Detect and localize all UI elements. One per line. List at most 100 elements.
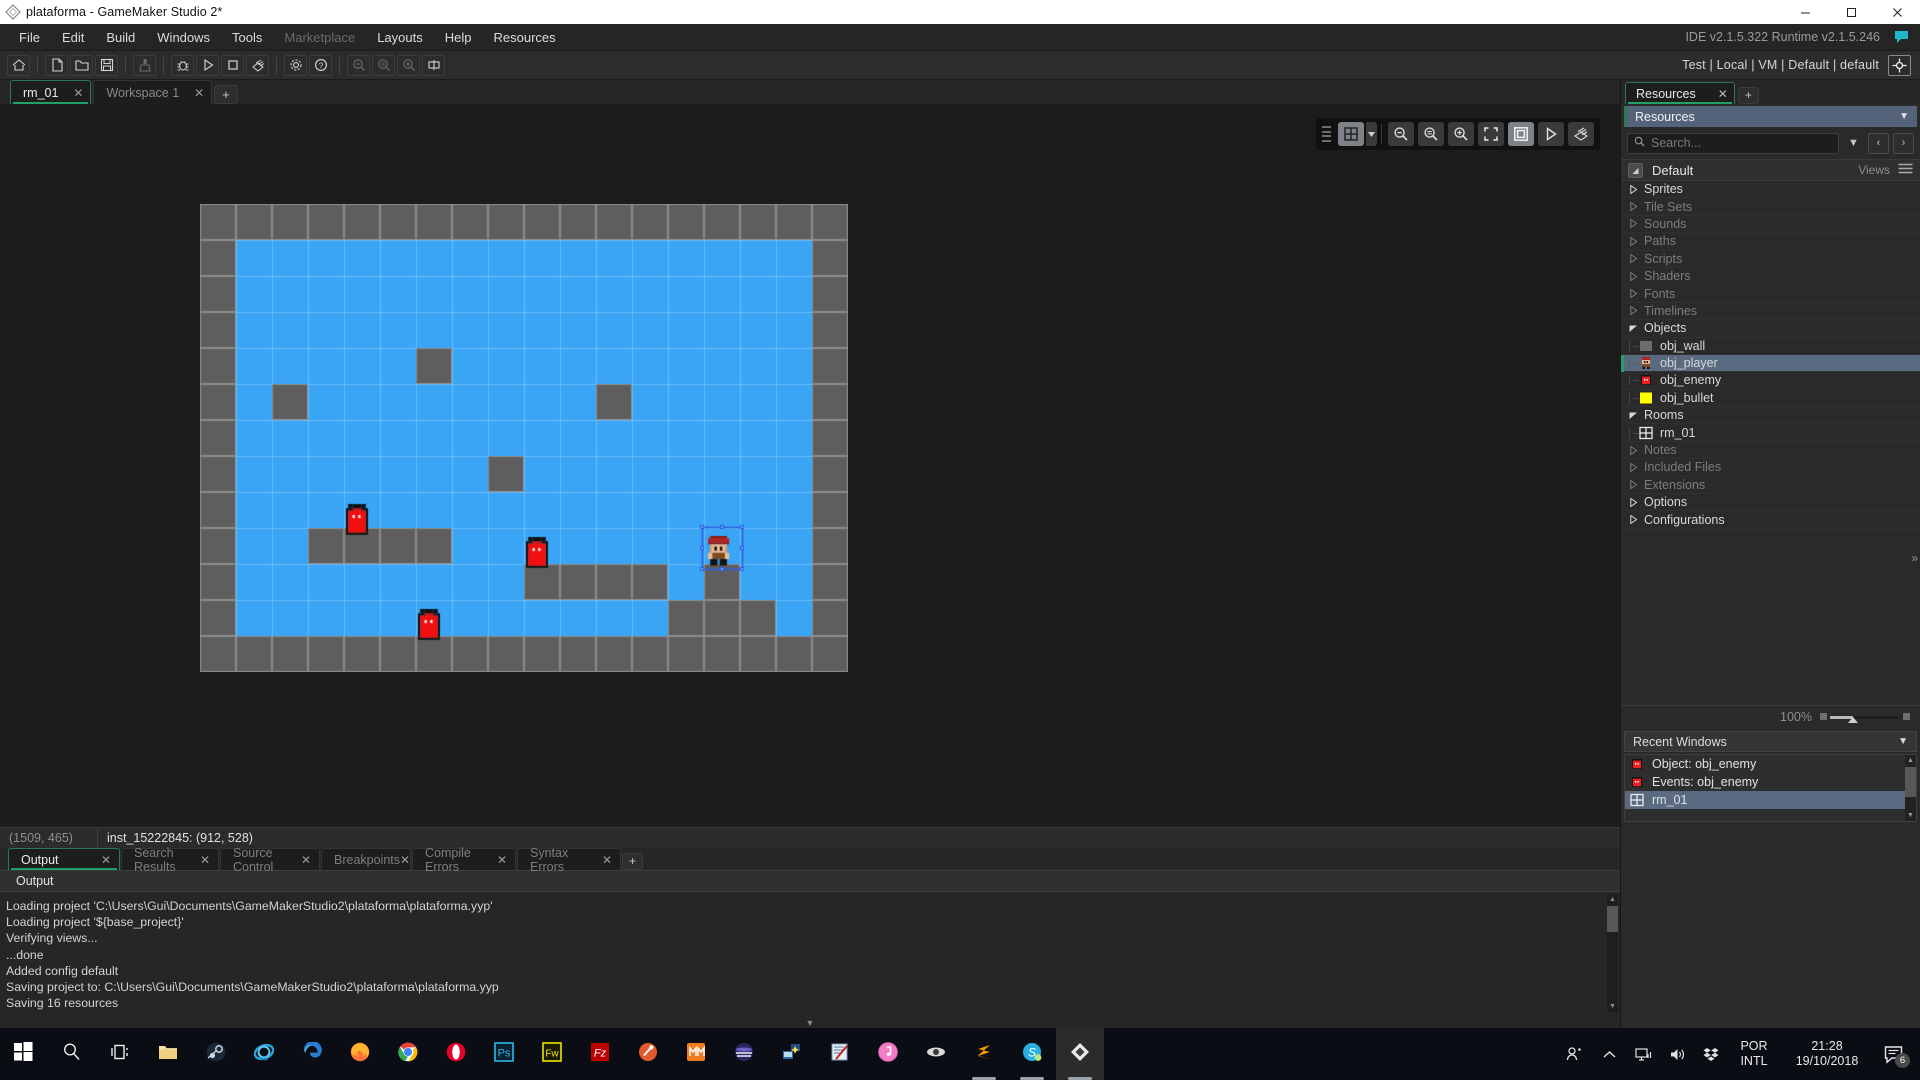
recent-windows-list[interactable]: Object: obj_enemy Events: obj_enemy rm_01 …: [1624, 754, 1917, 822]
tree-item-obj_player[interactable]: │─ obj_player: [1621, 354, 1920, 373]
collapse-dock-icon[interactable]: »: [1911, 551, 1918, 565]
grid-icon[interactable]: [1338, 122, 1364, 146]
home-icon[interactable]: [7, 54, 30, 76]
tree-item-obj_wall[interactable]: │─ obj_wall: [1621, 338, 1920, 355]
toolbar-drag-handle[interactable]: [1322, 126, 1331, 142]
network-monitor-icon[interactable]: [1626, 1028, 1660, 1080]
notification-icon[interactable]: 6: [1874, 1028, 1914, 1080]
workspace-tab-rm_01[interactable]: rm_01 ✕: [10, 80, 92, 104]
menu-layouts[interactable]: Layouts: [366, 24, 434, 51]
broom-clean-icon[interactable]: [133, 54, 156, 76]
google-chrome[interactable]: [384, 1028, 432, 1080]
add-bottom-tab-button[interactable]: +: [622, 853, 644, 870]
close-icon[interactable]: ✕: [497, 853, 507, 867]
recent-window-item[interactable]: rm_01: [1625, 791, 1916, 809]
views-label[interactable]: Views: [1858, 163, 1898, 177]
triangle-collapsed-icon[interactable]: [1627, 202, 1640, 212]
microsoft-edge[interactable]: [288, 1028, 336, 1080]
config-default-row[interactable]: ◢ Default Views: [1621, 159, 1920, 181]
app-notepad[interactable]: [816, 1028, 864, 1080]
output-log-body[interactable]: Loading project 'C:\Users\Gui\Documents\…: [0, 892, 1620, 1014]
dropbox-icon[interactable]: [1694, 1028, 1728, 1080]
people-icon[interactable]: [1558, 1028, 1592, 1080]
clock[interactable]: 21:28 19/10/2018: [1780, 1039, 1874, 1069]
triangle-expanded-icon[interactable]: [1627, 324, 1640, 333]
resource-tree[interactable]: Sprites Tile Sets Sounds Paths Scripts Shader…: [1621, 181, 1920, 705]
start-button[interactable]: [0, 1028, 48, 1080]
menu-tools[interactable]: Tools: [221, 24, 273, 51]
triangle-collapsed-icon[interactable]: [1627, 515, 1640, 525]
chevron-up-icon[interactable]: [1592, 1028, 1626, 1080]
close-button[interactable]: [1874, 0, 1920, 24]
save-icon[interactable]: [95, 54, 118, 76]
play-run-icon[interactable]: [196, 54, 219, 76]
tab-resources[interactable]: Resources ✕: [1625, 82, 1735, 104]
close-icon[interactable]: ✕: [72, 86, 84, 100]
scroll-up-arrow[interactable]: ▲: [1905, 755, 1916, 766]
internet-explorer[interactable]: [240, 1028, 288, 1080]
scroll-down-arrow[interactable]: ▼: [1607, 1001, 1618, 1012]
triangle-collapsed-icon[interactable]: [1627, 497, 1640, 507]
scroll-down-arrow[interactable]: ▼: [1905, 810, 1916, 821]
workspace-tab-workspace-1[interactable]: Workspace 1 ✕: [93, 80, 213, 104]
menu-file[interactable]: File: [8, 24, 51, 51]
gear-preferences-icon[interactable]: [284, 54, 307, 76]
firefox[interactable]: [336, 1028, 384, 1080]
photoshop[interactable]: Ps: [480, 1028, 528, 1080]
target-platform-icon[interactable]: [246, 54, 269, 76]
layers-stack-icon[interactable]: [1568, 122, 1594, 146]
triangle-collapsed-icon[interactable]: [1627, 445, 1640, 455]
zoom-in-icon[interactable]: [1448, 122, 1474, 146]
caret-down-icon[interactable]: [1366, 122, 1377, 146]
triangle-collapsed-icon[interactable]: [1627, 462, 1640, 472]
tree-item-sounds[interactable]: Sounds: [1621, 216, 1920, 234]
close-icon[interactable]: ✕: [193, 86, 205, 100]
maximize-button[interactable]: [1828, 0, 1874, 24]
new-file-icon[interactable]: [45, 54, 68, 76]
help-question-icon[interactable]: ?: [309, 54, 332, 76]
scrollbar-thumb[interactable]: [1607, 906, 1618, 932]
output-scrollbar[interactable]: ▲ ▼: [1607, 894, 1618, 1012]
search-next-button[interactable]: ›: [1893, 132, 1914, 154]
tree-item-included-files[interactable]: Included Files: [1621, 459, 1920, 477]
tree-item-rm_01[interactable]: │─ rm_01: [1621, 424, 1920, 442]
triangle-collapsed-icon[interactable]: [1627, 271, 1640, 281]
sublime-text[interactable]: [960, 1028, 1008, 1080]
tree-item-extensions[interactable]: Extensions: [1621, 477, 1920, 495]
speaker-icon[interactable]: [1660, 1028, 1694, 1080]
triangle-expanded-icon[interactable]: [1627, 411, 1640, 420]
triangle-collapsed-icon[interactable]: [1627, 289, 1640, 299]
search-box[interactable]: [1627, 132, 1839, 154]
menu-resources[interactable]: Resources: [483, 24, 567, 51]
recent-window-item[interactable]: Object: obj_enemy: [1625, 755, 1916, 773]
bottom-tab-breakpoints[interactable]: Breakpoints ✕: [321, 848, 411, 870]
tree-item-notes[interactable]: Notes: [1621, 442, 1920, 460]
resources-panel-header[interactable]: Resources ▼: [1624, 106, 1917, 127]
tree-item-objects[interactable]: Objects: [1621, 320, 1920, 338]
tree-item-scripts[interactable]: Scripts: [1621, 251, 1920, 268]
menu-windows[interactable]: Windows: [146, 24, 221, 51]
filezilla[interactable]: Fz: [576, 1028, 624, 1080]
close-icon[interactable]: ✕: [1718, 87, 1728, 101]
triangle-collapsed-icon[interactable]: [1627, 254, 1640, 264]
tree-item-fonts[interactable]: Fonts: [1621, 285, 1920, 303]
tree-item-configurations[interactable]: Configurations: [1621, 511, 1920, 529]
menu-help[interactable]: Help: [434, 24, 483, 51]
search-input[interactable]: [1651, 136, 1832, 150]
opera[interactable]: [432, 1028, 480, 1080]
close-icon[interactable]: ✕: [400, 853, 410, 867]
app-red-circle[interactable]: [624, 1028, 672, 1080]
search-options-chevron-down-icon[interactable]: ▼: [1843, 133, 1864, 154]
gamemaker-studio[interactable]: [1056, 1028, 1104, 1080]
search-button[interactable]: [48, 1028, 96, 1080]
skype[interactable]: S: [1008, 1028, 1056, 1080]
chevron-down-icon[interactable]: ▼: [1898, 736, 1916, 747]
tree-item-shaders[interactable]: Shaders: [1621, 268, 1920, 286]
hamburger-menu-icon[interactable]: [1898, 161, 1920, 179]
app-orange[interactable]: [672, 1028, 720, 1080]
close-icon[interactable]: ✕: [101, 853, 111, 867]
language-indicator[interactable]: POR INTL: [1728, 1039, 1780, 1069]
triangle-collapsed-icon[interactable]: [1627, 184, 1640, 194]
zoom-slider[interactable]: [1820, 712, 1910, 723]
task-view-button[interactable]: [96, 1028, 144, 1080]
